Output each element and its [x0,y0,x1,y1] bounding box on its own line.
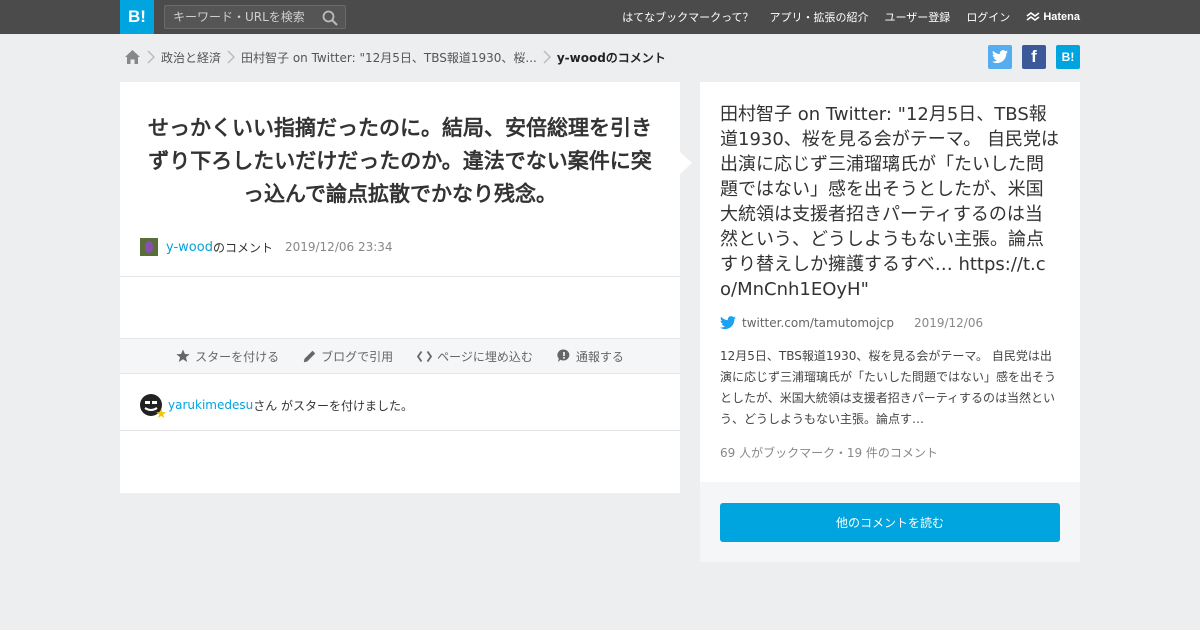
search-icon[interactable] [321,9,339,27]
hatena-bookmark-logo[interactable]: B! [120,0,154,34]
twitter-icon [992,50,1008,64]
breadcrumb-current: y-woodのコメント [556,50,666,65]
hatena-share-button[interactable]: B! [1056,45,1080,69]
embed-label: ページに埋め込む [437,349,533,364]
twitter-icon [720,316,736,330]
star-user-link[interactable]: yarukimedesu [168,398,253,412]
hatena-mark-icon [1026,12,1040,21]
divider [120,276,680,277]
search-box [164,5,346,29]
entry-date: 2019/12/06 [913,316,984,330]
chevron-right-icon [543,50,551,64]
hatena-brand-link[interactable]: Hatena [1026,11,1080,23]
header-nav: はてなブックマークって？ アプリ・拡張の紹介 ユーザー登録 ログイン Haten… [606,0,1080,34]
entry-source: twitter.com/tamutomojcp 2019/12/06 [720,316,983,330]
entry-counts-link[interactable]: 69 人がブックマーク・19 件のコメント [720,444,938,461]
breadcrumb-entry[interactable]: 田村智子 on Twitter: "12月5日、TBS報道1930、桜... [241,49,537,66]
search-input[interactable] [165,6,315,28]
nav-about[interactable]: はてなブックマークって？ [622,9,753,25]
chevron-right-icon [227,50,236,64]
card-pointer [680,152,692,174]
comment-suffix: のコメント [212,240,273,255]
nav-apps[interactable]: アプリ・拡張の紹介 [770,9,869,25]
comment-date[interactable]: 2019/12/06 23:34 [285,240,393,254]
breadcrumb: 政治と経済 田村智子 on Twitter: "12月5日、TBS報道1930、… [124,46,666,68]
global-header: B! はてなブックマークって？ アプリ・拡張の紹介 ユーザー登録 ログイン Ha… [0,0,1200,34]
star-badge-icon: ★ [155,407,167,422]
blog-quote-button[interactable]: ブログで引用 [303,348,393,365]
avatar[interactable]: ★ [140,394,167,421]
chevron-right-icon [147,50,155,64]
blog-quote-label: ブログで引用 [321,349,394,364]
comment-actions: スターを付ける ブログで引用 ページに埋め込む 通報する [120,338,680,374]
entry-summary: 12月5日、TBS報道1930、桜を見る会がテーマ。 自民党は出演に応じず三浦瑠… [720,349,1057,426]
star-icon [176,349,190,362]
twitter-share-button[interactable] [988,45,1012,69]
report-label: 通報する [575,349,624,364]
entry-card: 田村智子 on Twitter: "12月5日、TBS報道1930、桜を見る会が… [700,82,1080,482]
home-icon[interactable] [124,49,141,65]
pencil-icon [303,350,316,362]
read-more-comments-button[interactable]: 他のコメントを読む [720,503,1060,542]
report-button[interactable]: 通報する [557,348,624,365]
alert-bubble-icon [557,349,570,362]
add-star-label: スターを付ける [195,349,280,364]
breadcrumb-category[interactable]: 政治と経済 [161,49,221,66]
avatar[interactable] [140,238,158,256]
entry-card-footer: 他のコメントを読む [700,482,1080,562]
nav-login[interactable]: ログイン [966,9,1010,25]
divider [120,430,680,431]
comment-text: せっかくいい指摘だったのに。結局、安倍総理を引きずり下ろしたいだけだったのか。違… [148,116,652,206]
nav-register[interactable]: ユーザー登録 [885,9,951,25]
star-text: さん がスターを付けました。 [253,398,414,413]
facebook-share-button[interactable]: f [1022,45,1046,69]
entry-title-link[interactable]: 田村智子 on Twitter: "12月5日、TBS報道1930、桜を見る会が… [720,102,1060,302]
comment-card: せっかくいい指摘だったのに。結局、安倍総理を引きずり下ろしたいだけだったのか。違… [120,82,680,493]
hatena-brand-text: Hatena [1043,11,1080,23]
code-icon [417,350,433,362]
embed-button[interactable]: ページに埋め込む [417,348,533,365]
add-star-button[interactable]: スターを付ける [176,348,279,365]
star-notice: ★ yarukimedesu さん がスターを付けました。 [140,394,414,421]
entry-domain-link[interactable]: twitter.com/tamutomojcp [742,316,894,330]
comment-user-link[interactable]: y-wood [166,240,213,255]
comment-meta: y-wood のコメント 2019/12/06 23:34 [140,237,393,257]
share-buttons: f B! [978,45,1080,69]
